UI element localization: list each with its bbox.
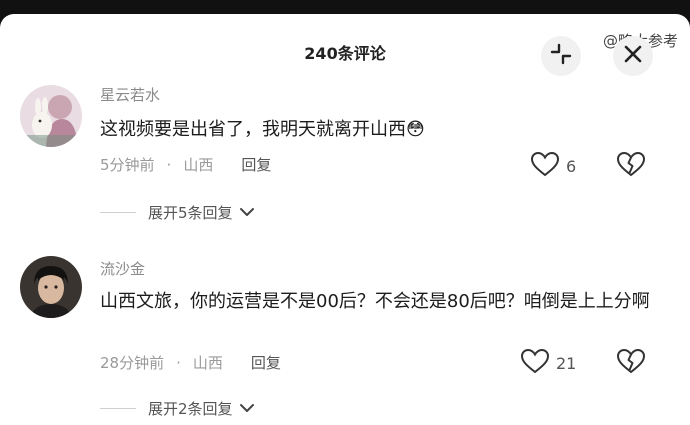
meta-separator: · <box>166 156 172 174</box>
comment-username[interactable]: 星云若水 <box>100 84 160 105</box>
collapse-button[interactable] <box>541 36 581 76</box>
comment-username[interactable]: 流沙金 <box>100 258 145 279</box>
like-count: 21 <box>556 353 577 373</box>
dislike-button[interactable] <box>616 151 646 181</box>
expand-replies-label: 展开2条回复 <box>148 400 233 418</box>
close-icon <box>624 45 642 67</box>
reply-button[interactable]: 回复 <box>241 156 271 174</box>
collapse-icon <box>550 43 572 69</box>
heart-icon <box>520 348 550 378</box>
comment-text: 山西文旅，你的运营是不是00后？不会还是80后吧？咱倒是上上分啊 <box>100 291 650 312</box>
heart-icon <box>530 151 560 181</box>
reply-button[interactable]: 回复 <box>251 354 281 372</box>
comment-count-title: 240条评论 <box>304 44 386 63</box>
chevron-down-icon <box>239 204 255 222</box>
expand-replies[interactable]: 展开5条回复 <box>100 202 255 223</box>
comment-meta: 28分钟前 · 山西 回复 <box>100 352 281 373</box>
meta-separator: · <box>176 354 181 372</box>
broken-heart-icon <box>616 151 646 181</box>
comments-sheet: @略大参考 240条评论 <box>0 14 690 425</box>
avatar[interactable] <box>20 85 82 147</box>
comment-location: 山西 <box>183 156 214 174</box>
like-button[interactable]: 6 <box>530 151 576 181</box>
comment-meta: 5分钟前 · 山西 回复 <box>100 154 271 175</box>
chevron-down-icon <box>239 400 255 418</box>
expand-replies-label: 展开5条回复 <box>148 204 233 222</box>
like-count: 6 <box>566 156 577 176</box>
comment-time: 28分钟前 <box>100 354 165 372</box>
like-button[interactable]: 21 <box>520 348 576 378</box>
avatar[interactable] <box>20 256 82 318</box>
comment-text: 这视频要是出省了，我明天就离开山西😳 <box>100 119 425 140</box>
divider-line <box>100 408 136 409</box>
divider-line <box>100 212 136 213</box>
expand-replies[interactable]: 展开2条回复 <box>100 398 255 419</box>
comment-time: 5分钟前 <box>100 156 155 174</box>
comment-location: 山西 <box>192 354 223 372</box>
broken-heart-icon <box>616 348 646 378</box>
close-button[interactable] <box>613 36 653 76</box>
dislike-button[interactable] <box>616 348 646 378</box>
